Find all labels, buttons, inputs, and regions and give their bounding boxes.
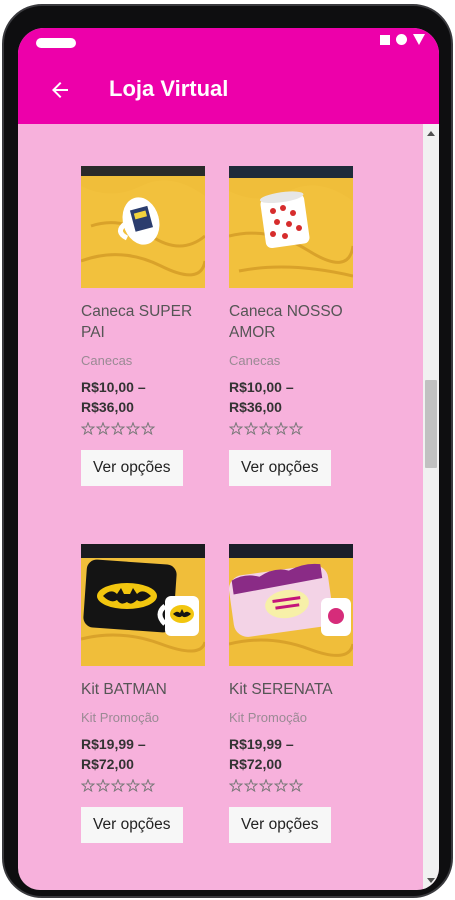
rating-stars bbox=[229, 422, 304, 436]
product-name[interactable]: Kit BATMAN bbox=[81, 679, 205, 700]
star-icon bbox=[243, 779, 259, 793]
product-card: Caneca NOSSO AMOR Canecas R$10,00 – R$36… bbox=[229, 166, 354, 486]
app-bar: Loja Virtual bbox=[18, 56, 439, 124]
product-card: Caneca SUPER PAI Canecas R$10,00 – R$36,… bbox=[81, 166, 206, 486]
rating-stars bbox=[229, 779, 304, 793]
product-name[interactable]: Kit SERENATA bbox=[229, 679, 353, 700]
rating-stars bbox=[81, 779, 156, 793]
product-image[interactable] bbox=[81, 544, 205, 666]
scrollbar[interactable] bbox=[423, 124, 439, 890]
arrow-left-icon bbox=[52, 82, 68, 98]
view-options-button[interactable]: Ver opções bbox=[81, 807, 183, 843]
price-min: R$10,00 – bbox=[81, 379, 146, 395]
price-max: R$72,00 bbox=[229, 756, 282, 772]
star-icon bbox=[258, 422, 274, 436]
product-image[interactable] bbox=[229, 166, 353, 288]
triangle-signal-icon bbox=[413, 34, 425, 45]
price-max: R$36,00 bbox=[81, 399, 134, 415]
star-icon bbox=[95, 779, 111, 793]
price-min: R$19,99 – bbox=[81, 736, 146, 752]
price-min: R$19,99 – bbox=[229, 736, 294, 752]
product-category[interactable]: Canecas bbox=[81, 353, 206, 368]
product-grid[interactable]: Caneca SUPER PAI Canecas R$10,00 – R$36,… bbox=[18, 124, 423, 890]
screen: Loja Virtual Caneca SUPER PAI Canecas R$… bbox=[18, 28, 439, 890]
product-category[interactable]: Kit Promoção bbox=[81, 710, 206, 725]
star-icon bbox=[140, 779, 156, 793]
square-icon bbox=[380, 34, 390, 45]
app-title: Loja Virtual bbox=[109, 76, 229, 101]
price-max: R$72,00 bbox=[81, 756, 134, 772]
star-icon bbox=[95, 422, 111, 436]
star-icon bbox=[273, 422, 289, 436]
star-icon bbox=[140, 422, 156, 436]
star-icon bbox=[110, 422, 126, 436]
scroll-thumb[interactable] bbox=[425, 380, 437, 468]
phone-frame: Loja Virtual Caneca SUPER PAI Canecas R$… bbox=[2, 4, 453, 898]
product-card: Kit BATMAN Kit Promoção R$19,99 – R$72,0… bbox=[81, 544, 206, 843]
back-button[interactable] bbox=[42, 72, 78, 108]
view-options-button[interactable]: Ver opções bbox=[229, 807, 331, 843]
product-name[interactable]: Caneca NOSSO AMOR bbox=[229, 301, 353, 343]
star-icon bbox=[288, 422, 304, 436]
star-icon bbox=[81, 422, 96, 436]
circle-icon bbox=[396, 34, 407, 45]
product-name[interactable]: Caneca SUPER PAI bbox=[81, 301, 205, 343]
status-bar bbox=[18, 28, 439, 56]
view-options-button[interactable]: Ver opções bbox=[81, 450, 183, 486]
product-image[interactable] bbox=[229, 544, 353, 666]
status-icons bbox=[380, 34, 425, 45]
product-card: Kit SERENATA Kit Promoção R$19,99 – R$72… bbox=[229, 544, 354, 843]
star-icon bbox=[81, 779, 96, 793]
product-price: R$10,00 – R$36,00 bbox=[229, 377, 354, 417]
price-max: R$36,00 bbox=[229, 399, 282, 415]
star-icon bbox=[273, 779, 289, 793]
star-icon bbox=[125, 779, 141, 793]
product-price: R$19,99 – R$72,00 bbox=[229, 734, 354, 774]
product-price: R$10,00 – R$36,00 bbox=[81, 377, 206, 417]
product-category[interactable]: Kit Promoção bbox=[229, 710, 354, 725]
price-min: R$10,00 – bbox=[229, 379, 294, 395]
view-options-button[interactable]: Ver opções bbox=[229, 450, 331, 486]
rating-stars bbox=[81, 422, 156, 436]
star-icon bbox=[125, 422, 141, 436]
star-icon bbox=[243, 422, 259, 436]
scroll-down-arrow-icon[interactable] bbox=[427, 878, 435, 883]
star-icon bbox=[229, 779, 244, 793]
status-pill bbox=[36, 38, 76, 48]
product-image[interactable] bbox=[81, 166, 205, 288]
product-category[interactable]: Canecas bbox=[229, 353, 354, 368]
scroll-up-arrow-icon[interactable] bbox=[427, 131, 435, 136]
product-price: R$19,99 – R$72,00 bbox=[81, 734, 206, 774]
star-icon bbox=[288, 779, 304, 793]
star-icon bbox=[110, 779, 126, 793]
star-icon bbox=[258, 779, 274, 793]
star-icon bbox=[229, 422, 244, 436]
